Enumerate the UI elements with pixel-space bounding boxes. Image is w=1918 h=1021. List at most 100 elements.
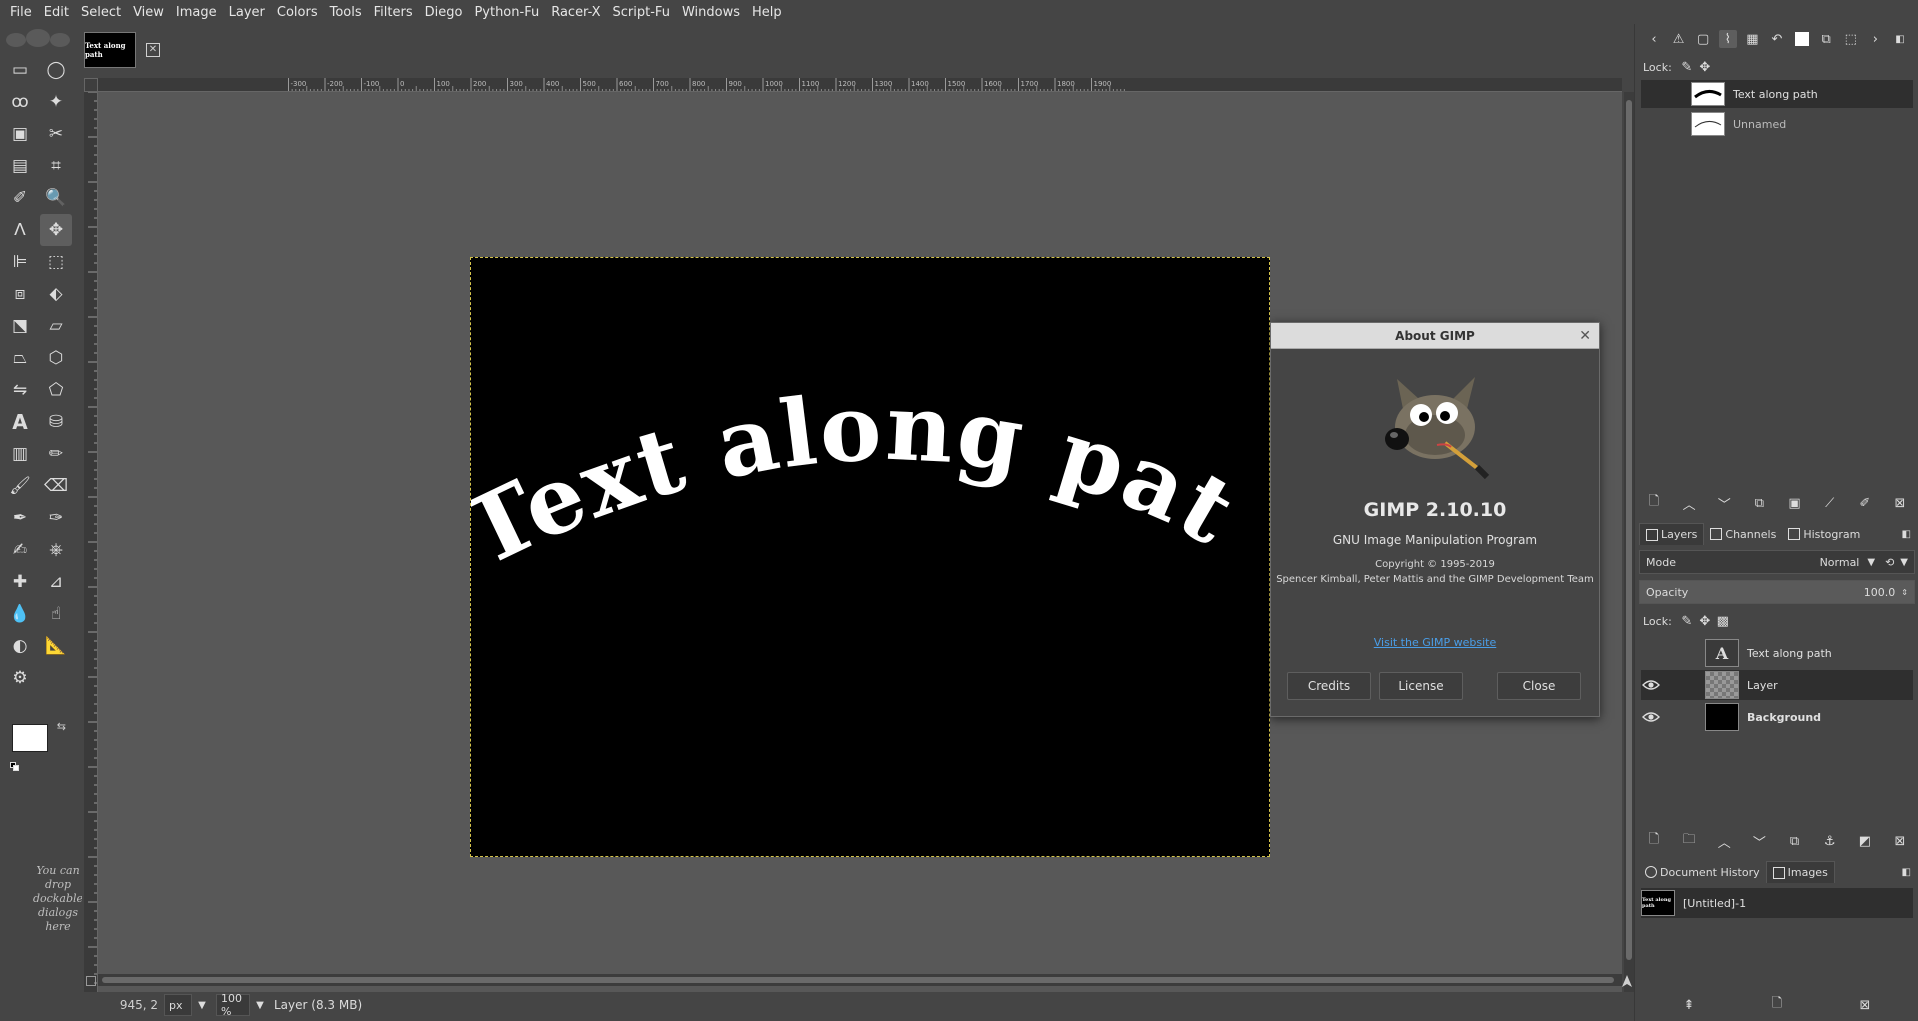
menu-select[interactable]: Select <box>75 5 127 20</box>
layer-row[interactable]: A Text along path <box>1641 638 1913 668</box>
menu-filters[interactable]: Filters <box>368 5 419 20</box>
foreground-color-swatch[interactable] <box>12 724 48 752</box>
lock-position-icon[interactable]: ✥ <box>1696 612 1714 630</box>
color-white-icon[interactable] <box>1793 30 1811 48</box>
perspective-icon[interactable]: ⏢ <box>4 342 36 374</box>
menu-tools[interactable]: Tools <box>324 5 368 20</box>
mode-reset-icon[interactable]: ⟲ <box>1885 556 1894 569</box>
menu-diego[interactable]: Diego <box>419 5 469 20</box>
new-layer-group-icon[interactable]: 🗀 <box>1680 832 1698 850</box>
mode-menu-icon[interactable]: ▼ <box>1900 557 1908 568</box>
unit-select[interactable]: px <box>164 994 192 1016</box>
reset-colors-icon[interactable] <box>10 762 20 772</box>
brushes-icon[interactable]: ⬚ <box>1842 30 1860 48</box>
raise-display-icon[interactable]: ⇞ <box>1680 996 1698 1014</box>
new-layer-icon[interactable]: 🗋 <box>1645 832 1663 850</box>
layer-row[interactable]: Layer <box>1641 670 1913 700</box>
close-icon[interactable]: ✕ <box>1579 328 1591 344</box>
vertical-scrollbar[interactable] <box>1624 92 1634 992</box>
vertical-scroll-thumb[interactable] <box>1626 100 1632 960</box>
opacity-spin-icon[interactable]: ⇕ <box>1901 588 1908 597</box>
text-icon[interactable]: A <box>4 406 36 438</box>
close-tab-icon[interactable]: ✕ <box>146 43 160 57</box>
image-tab[interactable]: Text along path ✕ <box>84 28 174 72</box>
handle-transform-icon[interactable]: ⬔ <box>4 310 36 342</box>
menu-help[interactable]: Help <box>746 5 788 20</box>
visibility-toggle[interactable] <box>1641 643 1661 663</box>
navigate-icon[interactable] <box>1620 974 1634 988</box>
credits-button[interactable]: Credits <box>1287 672 1371 700</box>
menu-racer-x[interactable]: Racer-X <box>545 5 606 20</box>
menu-view[interactable]: View <box>127 5 170 20</box>
eye-icon[interactable] <box>1641 707 1661 727</box>
fuzzy-select-icon[interactable]: ✦ <box>40 86 72 118</box>
mypaint-brush-icon[interactable]: ✍ <box>4 534 36 566</box>
configure-tab-icon[interactable]: ◧ <box>1891 30 1909 48</box>
swap-colors-icon[interactable]: ⇆ <box>57 720 66 733</box>
clone-icon[interactable]: ⎈ <box>40 534 72 566</box>
pencil-icon[interactable]: ✏ <box>40 438 72 470</box>
paths-icon[interactable]: ᐱ <box>4 214 36 246</box>
menu-script-fu[interactable]: Script-Fu <box>607 5 676 20</box>
flip-icon[interactable]: ⇋ <box>4 374 36 406</box>
vertical-ruler[interactable] <box>84 92 98 992</box>
horizontal-scrollbar[interactable] <box>98 974 1622 986</box>
scroll-left-icon[interactable]: ‹ <box>1645 30 1663 48</box>
stroke-path-icon[interactable]: ✐ <box>1856 494 1874 512</box>
image-canvas[interactable]: Text along path <box>437 172 1270 857</box>
paths-tab-icon[interactable]: ⌇ <box>1718 30 1737 48</box>
lock-pixels-icon[interactable]: ✎ <box>1678 612 1696 630</box>
zoom-icon[interactable]: 🔍 <box>40 182 72 214</box>
patterns-icon[interactable]: ▦ <box>1743 30 1761 48</box>
tab-document-history[interactable]: Document History <box>1639 861 1766 883</box>
paintbrush-icon[interactable]: 🖌 <box>4 470 36 502</box>
zoom-dropdown-icon[interactable]: ▼ <box>250 994 270 1016</box>
tab-histogram[interactable]: Histogram <box>1782 523 1866 545</box>
transform-icon[interactable]: ⬚ <box>40 246 72 278</box>
rect-select-icon[interactable]: ▭ <box>4 54 36 86</box>
unit-dropdown-icon[interactable]: ▼ <box>192 994 212 1016</box>
duplicate-layer-icon[interactable]: ⧉ <box>1786 832 1804 850</box>
unified-transform-icon[interactable]: ⧈ <box>4 278 36 310</box>
heal-icon[interactable]: ✚ <box>4 566 36 598</box>
path-to-selection-icon[interactable]: ▣ <box>1786 494 1804 512</box>
opacity-slider[interactable]: Opacity 100.0 ⇕ <box>1639 580 1915 604</box>
delete-layer-icon[interactable]: ⊠ <box>1891 832 1909 850</box>
fonts-icon[interactable]: ⧉ <box>1817 30 1835 48</box>
lock-position-icon[interactable]: ✥ <box>1696 58 1714 76</box>
eye-icon[interactable] <box>1641 675 1661 695</box>
shear-icon[interactable]: ▱ <box>40 310 72 342</box>
align-icon[interactable]: ⊫ <box>4 246 36 278</box>
configure-tab-icon[interactable]: ◧ <box>1902 867 1911 878</box>
mode-dropdown-icon[interactable]: ▼ <box>1867 557 1875 568</box>
new-display-icon[interactable]: 🗋 <box>1768 996 1786 1014</box>
image-row[interactable]: Text along path [Untitled]-1 <box>1641 888 1913 918</box>
quick-mask-toggle-icon[interactable] <box>86 976 96 986</box>
new-path-icon[interactable]: 🗋 <box>1645 494 1663 512</box>
layer-row[interactable]: Background <box>1641 702 1913 732</box>
lock-pixels-icon[interactable]: ✎ <box>1678 58 1696 76</box>
warp-transform-icon[interactable]: ⬖ <box>40 278 72 310</box>
eraser-icon[interactable]: ⌫ <box>40 470 72 502</box>
measure-icon[interactable]: 📐 <box>40 630 72 662</box>
channel-icon[interactable]: ▢ <box>1694 30 1712 48</box>
ink-icon[interactable]: ✑ <box>40 502 72 534</box>
path-row[interactable]: Text along path <box>1641 80 1913 108</box>
gradient-icon[interactable]: ▥ <box>4 438 36 470</box>
tab-images[interactable]: Images <box>1765 861 1835 883</box>
undo-history-icon[interactable]: ↶ <box>1768 30 1786 48</box>
move-icon[interactable]: ✥ <box>40 214 72 246</box>
warning-icon[interactable]: ⚠ <box>1670 30 1688 48</box>
foreground-select-icon[interactable]: ▤ <box>4 150 36 182</box>
horizontal-ruler[interactable]: -300 -200 -100 0 100 200 300 400 500 600 700 800 900… <box>98 78 1622 92</box>
perspective-clone-icon[interactable]: ⊿ <box>40 566 72 598</box>
color-picker-icon[interactable]: ✐ <box>4 182 36 214</box>
image-tab-thumbnail[interactable]: Text along path <box>84 32 136 68</box>
blur-icon[interactable]: 💧 <box>4 598 36 630</box>
by-color-select-icon[interactable]: ▣ <box>4 118 36 150</box>
scroll-right-icon[interactable]: › <box>1866 30 1884 48</box>
license-button[interactable]: License <box>1379 672 1463 700</box>
menu-image[interactable]: Image <box>170 5 223 20</box>
selection-to-path-icon[interactable]: ⟋ <box>1821 494 1839 512</box>
lower-path-icon[interactable]: ﹀ <box>1715 494 1733 513</box>
